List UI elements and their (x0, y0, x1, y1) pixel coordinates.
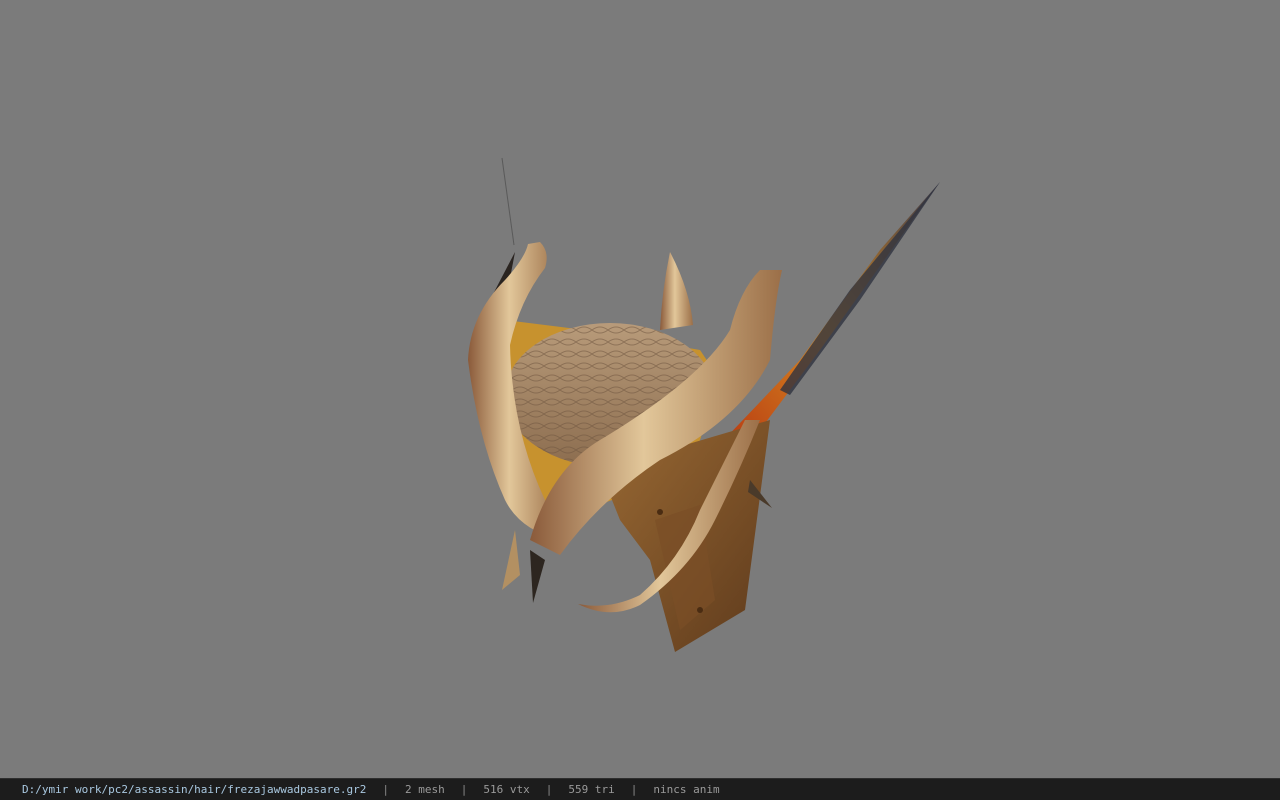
animation-status: nincs anim (653, 783, 720, 796)
mesh-count: 2 mesh (405, 783, 445, 796)
triangle-count: 559 tri (568, 783, 615, 796)
file-path: D:/ymir work/pc2/assassin/hair/frezajaww… (22, 783, 367, 796)
3d-viewport[interactable] (0, 0, 1280, 778)
separator: | (630, 783, 638, 796)
separator: | (460, 783, 468, 796)
hair-model-render (468, 157, 940, 652)
separator: | (545, 783, 553, 796)
spike-right-edge (780, 182, 940, 395)
horn-top-center (660, 252, 693, 330)
status-bar: D:/ymir work/pc2/assassin/hair/frezajaww… (0, 778, 1280, 800)
vertex-count: 516 vtx (483, 783, 530, 796)
separator: | (382, 783, 389, 796)
